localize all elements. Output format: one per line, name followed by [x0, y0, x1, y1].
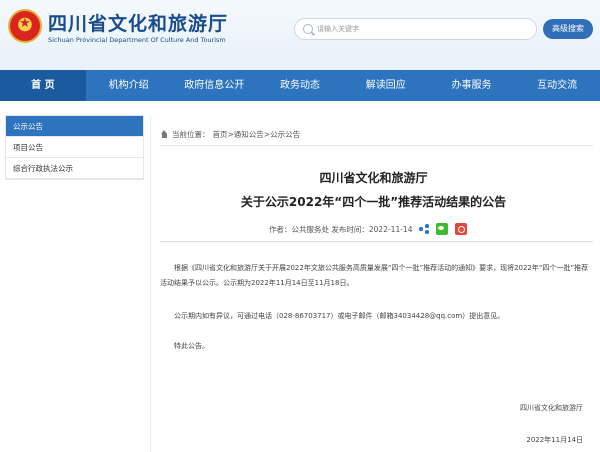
article-content: 当前位置： 首页>通知公告>公示公告 四川省文化和旅游厅 关于公示2022年“四… [150, 115, 595, 452]
article-date: 2022年11月14日 [526, 436, 583, 444]
search-input[interactable] [317, 22, 527, 36]
wechat-icon[interactable] [436, 223, 449, 235]
nav-item-home[interactable]: 首 页 [0, 70, 86, 101]
article-meta: 作者：公共服务处 发布时间：2022-11-14 [269, 223, 468, 235]
article-paragraph-3: 特此公告。 [174, 342, 209, 350]
nav-item-about[interactable]: 机构介绍 [86, 70, 172, 101]
nav-item-services[interactable]: 办事服务 [429, 70, 515, 101]
meta-divider [160, 241, 593, 242]
nav-item-interpretation[interactable]: 解读回应 [343, 70, 429, 101]
national-emblem-icon [8, 9, 42, 43]
sidebar-item-enforcement[interactable]: 综合行政执法公示 [6, 158, 143, 179]
nav-item-news[interactable]: 政务动态 [257, 70, 343, 101]
sidebar: 公示公告 项目公告 综合行政执法公示 [5, 115, 144, 180]
site-header: 四川省文化和旅游厅 Sichuan Provincial Department … [0, 0, 600, 70]
article-meta-text: 作者：公共服务处 发布时间：2022-11-14 [269, 224, 413, 234]
breadcrumb: 当前位置： 首页>通知公告>公示公告 [160, 129, 300, 140]
article-title: 关于公示2022年“四个一批”推荐活动结果的公告 [240, 195, 507, 209]
article-signature: 四川省文化和旅游厅 [520, 404, 583, 412]
sidebar-item-project-notices[interactable]: 项目公告 [6, 137, 143, 158]
sidebar-item-announcements[interactable]: 公示公告 [6, 116, 143, 137]
article-paragraph-1: 根据《四川省文化和旅游厅关于开展2022年文旅公共服务高质量发展“四个一批”推荐… [160, 264, 589, 287]
breadcrumb-path[interactable]: 首页>通知公告>公示公告 [213, 129, 301, 140]
nav-item-interaction[interactable]: 互动交流 [514, 70, 600, 101]
article-org: 四川省文化和旅游厅 [319, 171, 428, 185]
site-title[interactable]: 四川省文化和旅游厅 [48, 9, 228, 36]
main-nav: 首 页 机构介绍 政府信息公开 政务动态 解读回应 办事服务 互动交流 [0, 70, 600, 101]
site-subtitle: Sichuan Provincial Department Of Culture… [48, 36, 226, 44]
search-box [294, 18, 537, 40]
search-icon[interactable] [303, 24, 313, 34]
nav-item-info-disclosure[interactable]: 政府信息公开 [171, 70, 257, 101]
share-icon[interactable] [419, 224, 429, 234]
sidebar-list: 公示公告 项目公告 综合行政执法公示 [5, 115, 144, 180]
breadcrumb-divider [160, 145, 593, 146]
weibo-icon[interactable] [455, 223, 468, 235]
home-icon [160, 130, 169, 139]
breadcrumb-label: 当前位置： [172, 130, 210, 139]
advanced-search-button[interactable]: 高级搜索 [543, 19, 593, 39]
article-paragraph-2: 公示期内如有异议，可通过电话（028-86703717）或电子邮件（邮箱3403… [174, 312, 505, 320]
